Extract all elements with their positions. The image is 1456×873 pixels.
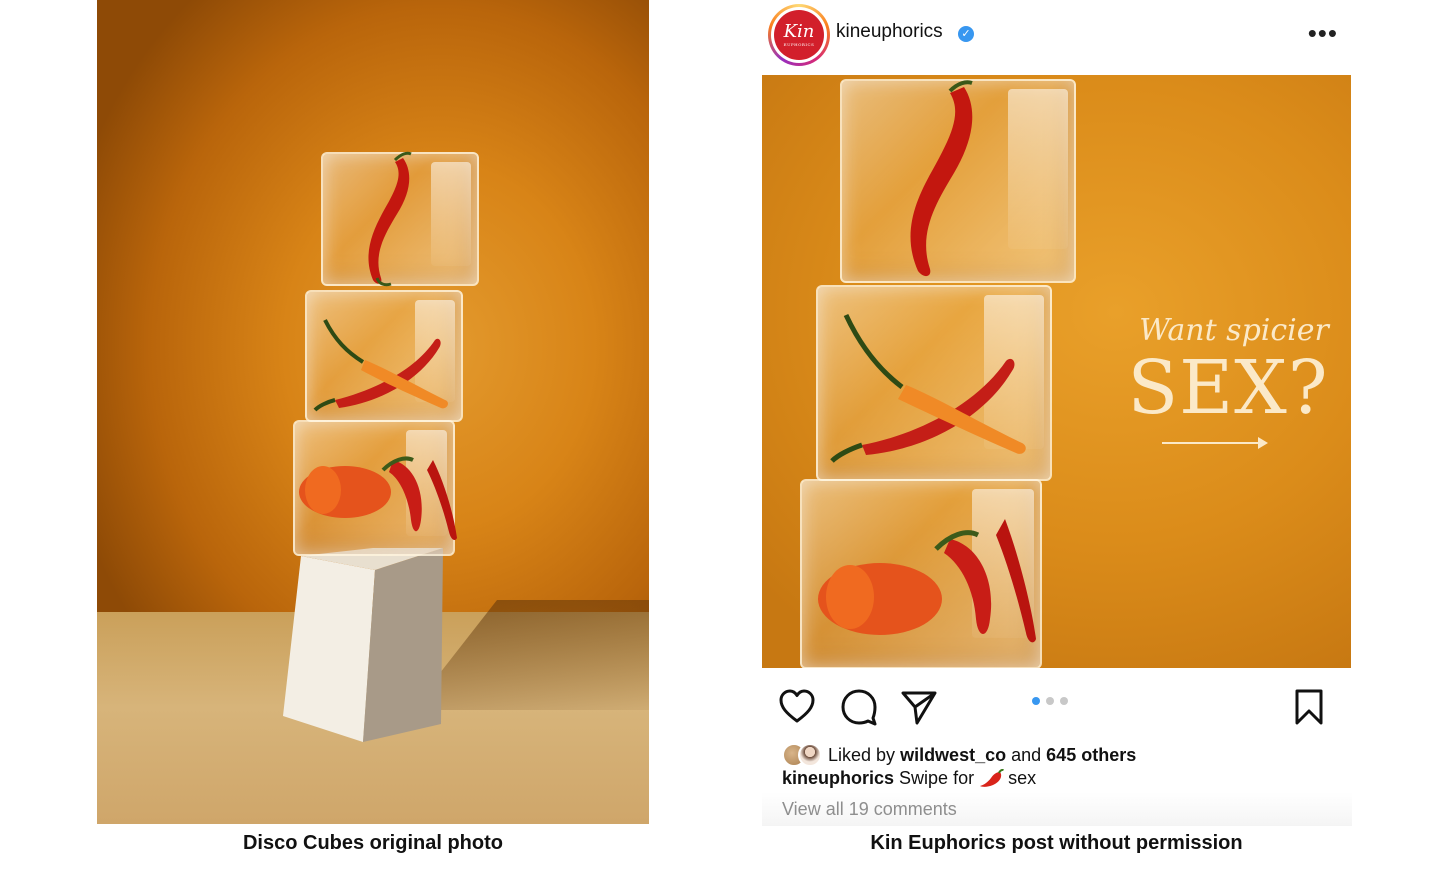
- post-header: Kin EUPHORICS kineuphorics ✓ •••: [762, 0, 1352, 72]
- pepper-top: [368, 151, 412, 287]
- white-stand-block: [283, 548, 443, 742]
- post-pepper-middle: [830, 313, 1026, 463]
- carousel-dot[interactable]: [1046, 697, 1054, 705]
- carousel-dot[interactable]: [1032, 697, 1040, 705]
- brand-logo: Kin EUPHORICS: [774, 10, 824, 60]
- hot-pepper-emoji-icon: [980, 769, 1004, 788]
- view-comments-link[interactable]: View all 19 comments: [782, 799, 957, 820]
- likes-row: Liked by wildwest_co and 645 others: [782, 742, 1136, 768]
- post-actions-bar: [762, 680, 1352, 730]
- verified-badge-icon: ✓: [958, 26, 974, 42]
- overlay-headline: Want spicier: [1139, 313, 1329, 348]
- share-icon[interactable]: [900, 688, 938, 726]
- bookmark-icon[interactable]: [1290, 688, 1328, 726]
- overlay-title: SEX?: [1127, 345, 1329, 431]
- right-post-caption: Kin Euphorics post without permission: [870, 832, 1243, 854]
- carousel-dot[interactable]: [1060, 697, 1068, 705]
- original-photo: [97, 0, 649, 824]
- carousel-indicator: [1032, 697, 1068, 705]
- profile-avatar[interactable]: Kin EUPHORICS: [768, 4, 830, 66]
- post-pepper-top: [910, 80, 973, 277]
- left-photo-caption: Disco Cubes original photo: [242, 832, 503, 854]
- likes-count[interactable]: 645 others: [1046, 745, 1136, 765]
- post-image[interactable]: Want spicier SEX?: [762, 75, 1351, 668]
- heart-icon[interactable]: [778, 688, 816, 726]
- post-caption: kineuphorics Swipe for sex: [782, 768, 1037, 788]
- more-options-icon[interactable]: •••: [1308, 20, 1338, 46]
- caption-username[interactable]: kineuphorics: [782, 768, 894, 788]
- post-username[interactable]: kineuphorics: [836, 21, 943, 43]
- pepper-middle: [313, 319, 448, 412]
- likes-text: Liked by wildwest_co and 645 others: [828, 744, 1137, 765]
- liker-avatar[interactable]: [798, 743, 822, 767]
- comment-icon[interactable]: [840, 688, 878, 726]
- post-pepper-bottom: [818, 519, 1036, 643]
- arrow-right-icon: [1162, 437, 1268, 449]
- pepper-bottom: [299, 456, 457, 540]
- liker-username[interactable]: wildwest_co: [900, 745, 1006, 765]
